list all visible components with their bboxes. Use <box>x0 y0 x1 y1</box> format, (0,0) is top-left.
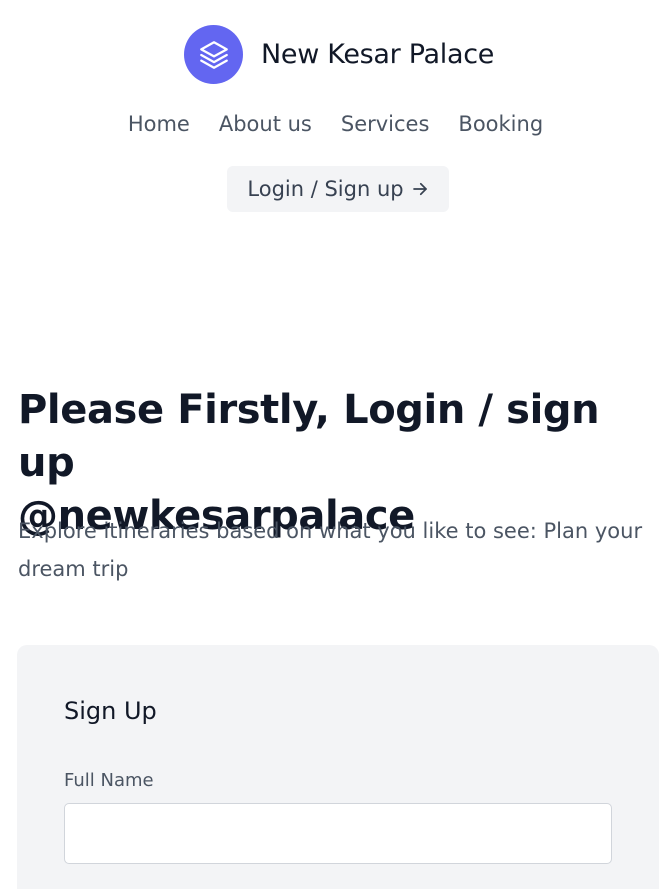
full-name-label: Full Name <box>64 770 154 791</box>
login-signup-label: Login / Sign up <box>247 177 404 201</box>
stacked-layers-icon <box>184 25 243 84</box>
page-subtitle: Explore itineraries based on what you li… <box>18 519 643 581</box>
signup-form-title: Sign Up <box>64 697 157 725</box>
signup-form-card: Sign Up Full Name <box>17 645 659 889</box>
nav-item-home[interactable]: Home <box>128 112 190 136</box>
main-nav: Home About us Services Booking <box>0 112 671 136</box>
nav-item-booking[interactable]: Booking <box>458 112 543 136</box>
brand-name: New Kesar Palace <box>261 39 495 70</box>
arrow-right-icon <box>411 180 429 198</box>
page-title-line-1: Please Firstly, Login / sign up <box>18 387 600 486</box>
nav-item-services[interactable]: Services <box>341 112 430 136</box>
nav-item-about-us[interactable]: About us <box>219 112 312 136</box>
brand[interactable]: New Kesar Palace <box>184 25 494 84</box>
page: New Kesar Palace Home About us Services … <box>0 0 671 889</box>
full-name-input[interactable] <box>64 803 612 864</box>
login-signup-button[interactable]: Login / Sign up <box>227 166 449 212</box>
